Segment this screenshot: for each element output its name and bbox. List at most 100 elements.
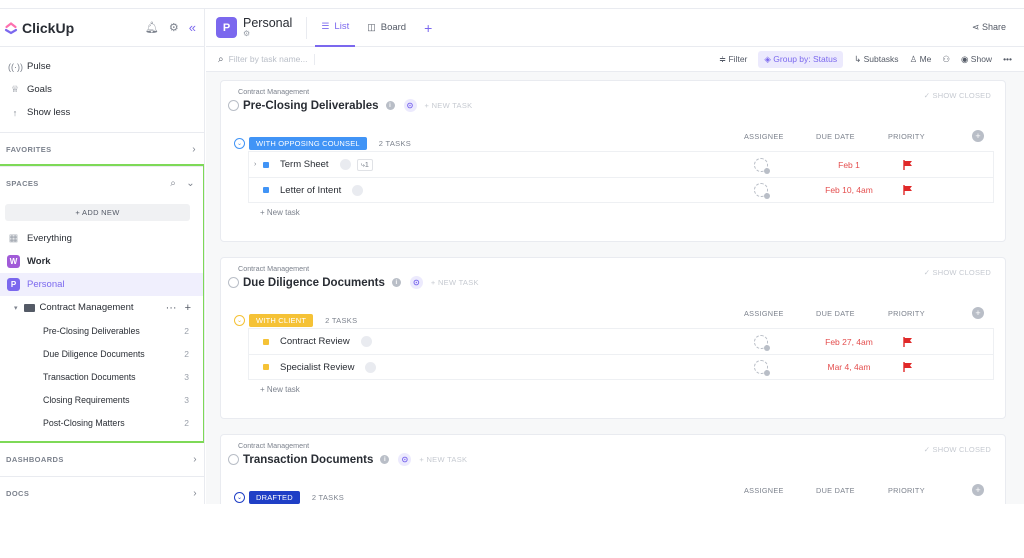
status-badge[interactable]: WITH OPPOSING COUNSEL (249, 137, 367, 150)
task-name[interactable]: Contract Review (280, 336, 350, 347)
favorites-section[interactable]: FAVORITES › (0, 133, 204, 167)
show-button[interactable]: ◉ Show (961, 54, 992, 65)
column-due-date[interactable]: DUE DATE (816, 132, 855, 141)
new-task-button[interactable]: + NEW TASK (425, 101, 473, 110)
column-assignee[interactable]: ASSIGNEE (744, 132, 784, 141)
space-personal[interactable]: P Personal (0, 273, 203, 296)
add-space-button[interactable]: + ADD NEW (5, 204, 190, 221)
tag-icon[interactable] (360, 336, 372, 347)
dashboards-section[interactable]: DASHBOARDS › (0, 443, 204, 477)
group-by-button[interactable]: ◈ Group by: Status (758, 50, 844, 68)
sidebar-list-item[interactable]: Due Diligence Documents 2 (0, 342, 203, 365)
gear-icon[interactable]: ⚙︎ (169, 21, 179, 34)
assignee-avatar-icon[interactable] (754, 157, 770, 174)
tag-icon[interactable] (352, 184, 364, 196)
flag-icon[interactable] (903, 159, 913, 170)
info-icon[interactable]: i (385, 101, 395, 110)
share-button[interactable]: ⋖ Share (972, 22, 1006, 33)
task-name[interactable]: Term Sheet (280, 159, 329, 170)
add-column-icon[interactable]: + (972, 130, 984, 142)
list-options-icon[interactable]: ⊙ (409, 276, 423, 289)
assignees-icon[interactable]: ⚇ (942, 54, 950, 65)
task-name[interactable]: Specialist Review (280, 362, 354, 373)
flag-icon[interactable] (903, 336, 913, 347)
expand-icon[interactable]: › (254, 161, 256, 168)
list-title[interactable]: Pre-Closing Deliverables (243, 100, 379, 112)
task-row[interactable]: Letter of Intent Feb 10, 4am (248, 177, 994, 203)
collapse-icon[interactable] (228, 100, 239, 111)
status-square[interactable] (263, 187, 269, 193)
new-task-button[interactable]: + NEW TASK (431, 278, 479, 287)
column-assignee[interactable]: ASSIGNEE (744, 486, 784, 495)
docs-section[interactable]: DOCS › (0, 477, 204, 504)
more-options-icon[interactable]: ••• (1003, 54, 1012, 64)
collapse-sidebar-icon[interactable]: « (189, 20, 196, 35)
sidebar-item-pulse[interactable]: ((·)) Pulse (0, 55, 204, 78)
column-assignee[interactable]: ASSIGNEE (744, 309, 784, 318)
column-priority[interactable]: PRIORITY (888, 309, 925, 318)
tab-board[interactable]: ◫ Board (361, 9, 412, 47)
tab-list[interactable]: ☰ List (315, 9, 356, 47)
column-priority[interactable]: PRIORITY (888, 132, 925, 141)
task-name[interactable]: Letter of Intent (280, 185, 341, 196)
settings-icon[interactable]: ⚙︎ (243, 29, 292, 38)
task-row[interactable]: Specialist Review Mar 4, 4am (248, 354, 994, 380)
space-work[interactable]: W Work (0, 250, 203, 273)
add-column-icon[interactable]: + (972, 484, 984, 496)
collapse-group-icon[interactable]: ⌄ (234, 315, 245, 326)
space-everything[interactable]: ▦ Everything (0, 227, 203, 250)
sidebar-list-item[interactable]: Transaction Documents 3 (0, 365, 203, 388)
add-view-icon[interactable]: + (424, 20, 432, 36)
collapse-group-icon[interactable]: ⌄ (234, 138, 245, 149)
status-badge[interactable]: WITH CLIENT (249, 314, 314, 327)
clickup-logo[interactable]: ClickUp (4, 20, 74, 36)
search-icon[interactable]: ⌕ (170, 178, 176, 189)
column-priority[interactable]: PRIORITY (888, 486, 925, 495)
list-title[interactable]: Transaction Documents (243, 454, 373, 466)
breadcrumb[interactable]: Contract Management (238, 264, 309, 273)
subtasks-button[interactable]: ↳ Subtasks (854, 54, 898, 65)
plus-icon[interactable]: + (185, 302, 191, 314)
collapse-icon[interactable] (228, 454, 239, 465)
search-input[interactable]: ⌕ Filter by task name... (218, 53, 315, 65)
flag-icon[interactable] (903, 362, 913, 372)
show-closed-button[interactable]: ✓ SHOW CLOSED (924, 268, 991, 277)
tag-icon[interactable] (365, 361, 377, 373)
status-square[interactable] (263, 338, 269, 345)
column-due-date[interactable]: DUE DATE (816, 486, 855, 495)
bell-icon[interactable]: 🔔︎ (145, 21, 159, 34)
due-date[interactable]: Feb 1 (814, 160, 884, 170)
list-title[interactable]: Due Diligence Documents (243, 277, 385, 289)
folder-contract-management[interactable]: ▾ Contract Management ··· + (0, 296, 203, 319)
space-avatar[interactable]: P (216, 17, 237, 38)
chevron-down-icon[interactable]: ⌄ (186, 178, 195, 189)
info-icon[interactable]: i (380, 455, 390, 464)
breadcrumb[interactable]: Contract Management (238, 441, 309, 450)
assignee-avatar-icon[interactable] (754, 334, 770, 351)
sidebar-list-item[interactable]: Pre-Closing Deliverables 2 (0, 319, 203, 342)
breadcrumb[interactable]: Contract Management (238, 87, 309, 96)
sidebar-list-item[interactable]: Post-Closing Matters 2 (0, 411, 203, 434)
status-badge[interactable]: DRAFTED (249, 491, 300, 504)
assignee-avatar-icon[interactable] (754, 360, 770, 376)
show-closed-button[interactable]: ✓ SHOW CLOSED (924, 445, 991, 454)
list-options-icon[interactable]: ⊙ (398, 453, 412, 466)
new-task-row[interactable]: + New task (260, 208, 300, 217)
new-task-row[interactable]: + New task (260, 385, 300, 394)
sidebar-item-goals[interactable]: ♕ Goals (0, 78, 204, 101)
status-square[interactable] (263, 364, 269, 370)
task-row[interactable]: Contract Review Feb 27, 4am (248, 328, 994, 354)
task-row[interactable]: › Term Sheet ⤷1 Feb 1 (248, 151, 994, 177)
more-icon[interactable]: ··· (166, 302, 177, 314)
due-date[interactable]: Feb 27, 4am (814, 337, 884, 347)
collapse-icon[interactable] (228, 277, 239, 288)
subtask-count[interactable]: ⤷1 (356, 158, 373, 171)
add-column-icon[interactable]: + (972, 307, 984, 319)
filter-button[interactable]: ≑ Filter (719, 54, 747, 65)
sidebar-list-item[interactable]: Closing Requirements 3 (0, 388, 203, 411)
due-date[interactable]: Mar 4, 4am (814, 362, 884, 372)
show-closed-button[interactable]: ✓ SHOW CLOSED (924, 91, 991, 100)
column-due-date[interactable]: DUE DATE (816, 309, 855, 318)
list-options-icon[interactable]: ⊙ (403, 99, 417, 112)
collapse-group-icon[interactable]: ⌄ (234, 492, 245, 503)
